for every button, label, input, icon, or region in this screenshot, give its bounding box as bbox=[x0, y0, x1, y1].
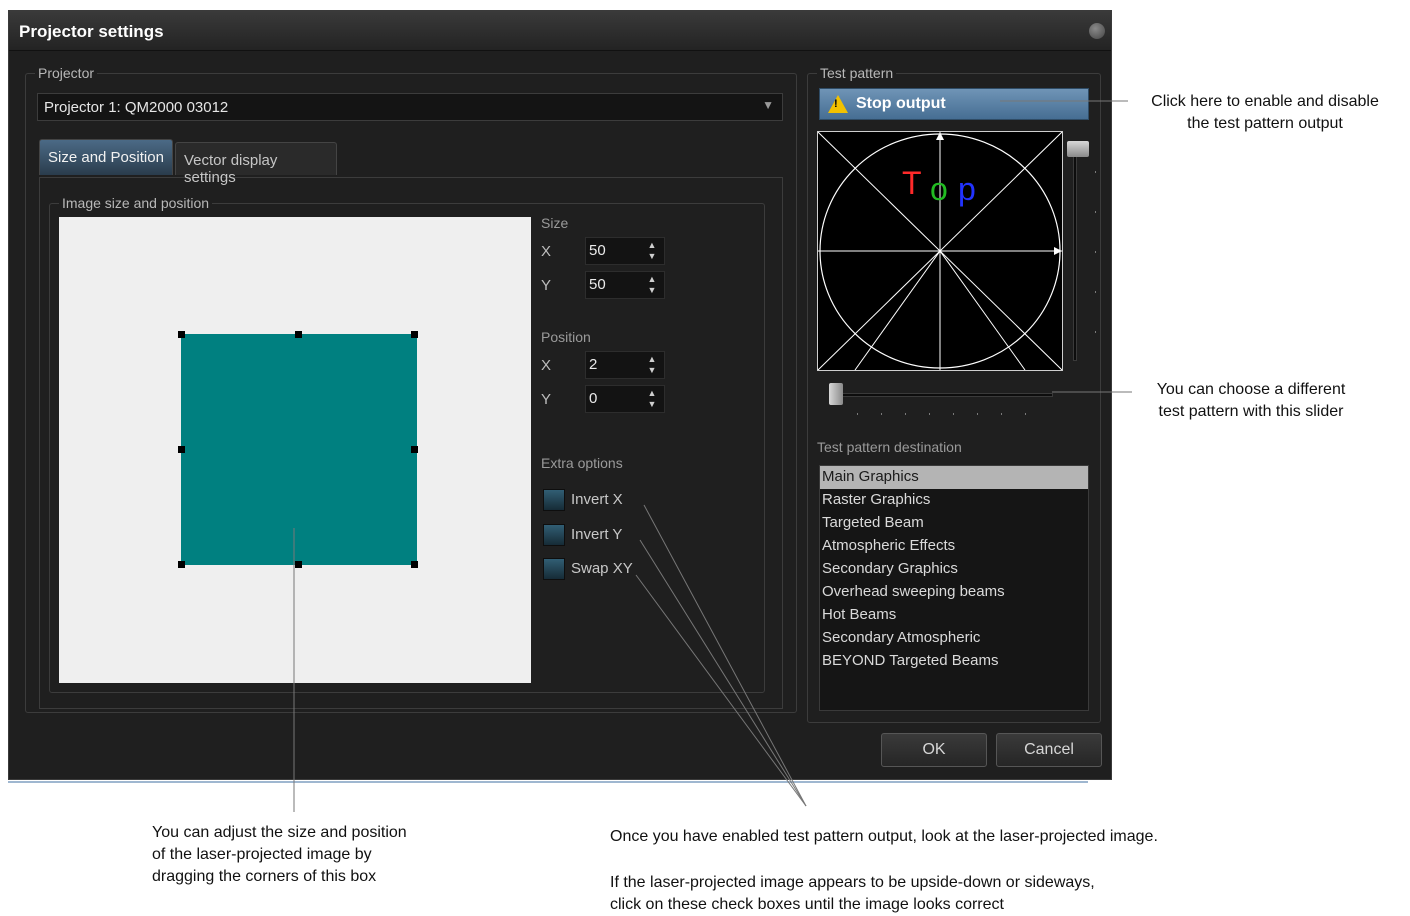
slider-note: You can choose a different test pattern … bbox=[1134, 379, 1368, 423]
stop-output-note: Click here to enable and disable the tes… bbox=[1130, 91, 1400, 135]
callout-line-swap-xy bbox=[635, 574, 807, 807]
check-note-1: Once you have enabled test pattern outpu… bbox=[610, 828, 1158, 845]
box-note-line-2: of the laser-projected image by bbox=[152, 846, 372, 863]
box-note-line-1: You can adjust the size and position bbox=[152, 824, 407, 841]
stop-note-line-2: the test pattern output bbox=[1187, 115, 1343, 132]
check-note-2: If the laser-projected image appears to … bbox=[610, 872, 1250, 916]
box-note-line-3: dragging the corners of this box bbox=[152, 868, 377, 885]
check-note-2-line-1: If the laser-projected image appears to … bbox=[610, 874, 1095, 891]
box-note: You can adjust the size and position of … bbox=[152, 822, 492, 888]
slider-note-line-2: test pattern with this slider bbox=[1158, 403, 1344, 420]
callout-lines bbox=[293, 100, 1132, 812]
callout-line-invert-x bbox=[643, 504, 807, 807]
check-note-2-line-2: click on these check boxes until the ima… bbox=[610, 896, 1004, 913]
slider-note-line-1: You can choose a different bbox=[1156, 381, 1346, 398]
stop-note-line-1: Click here to enable and disable bbox=[1151, 93, 1379, 110]
callout-line-invert-y bbox=[639, 539, 807, 807]
